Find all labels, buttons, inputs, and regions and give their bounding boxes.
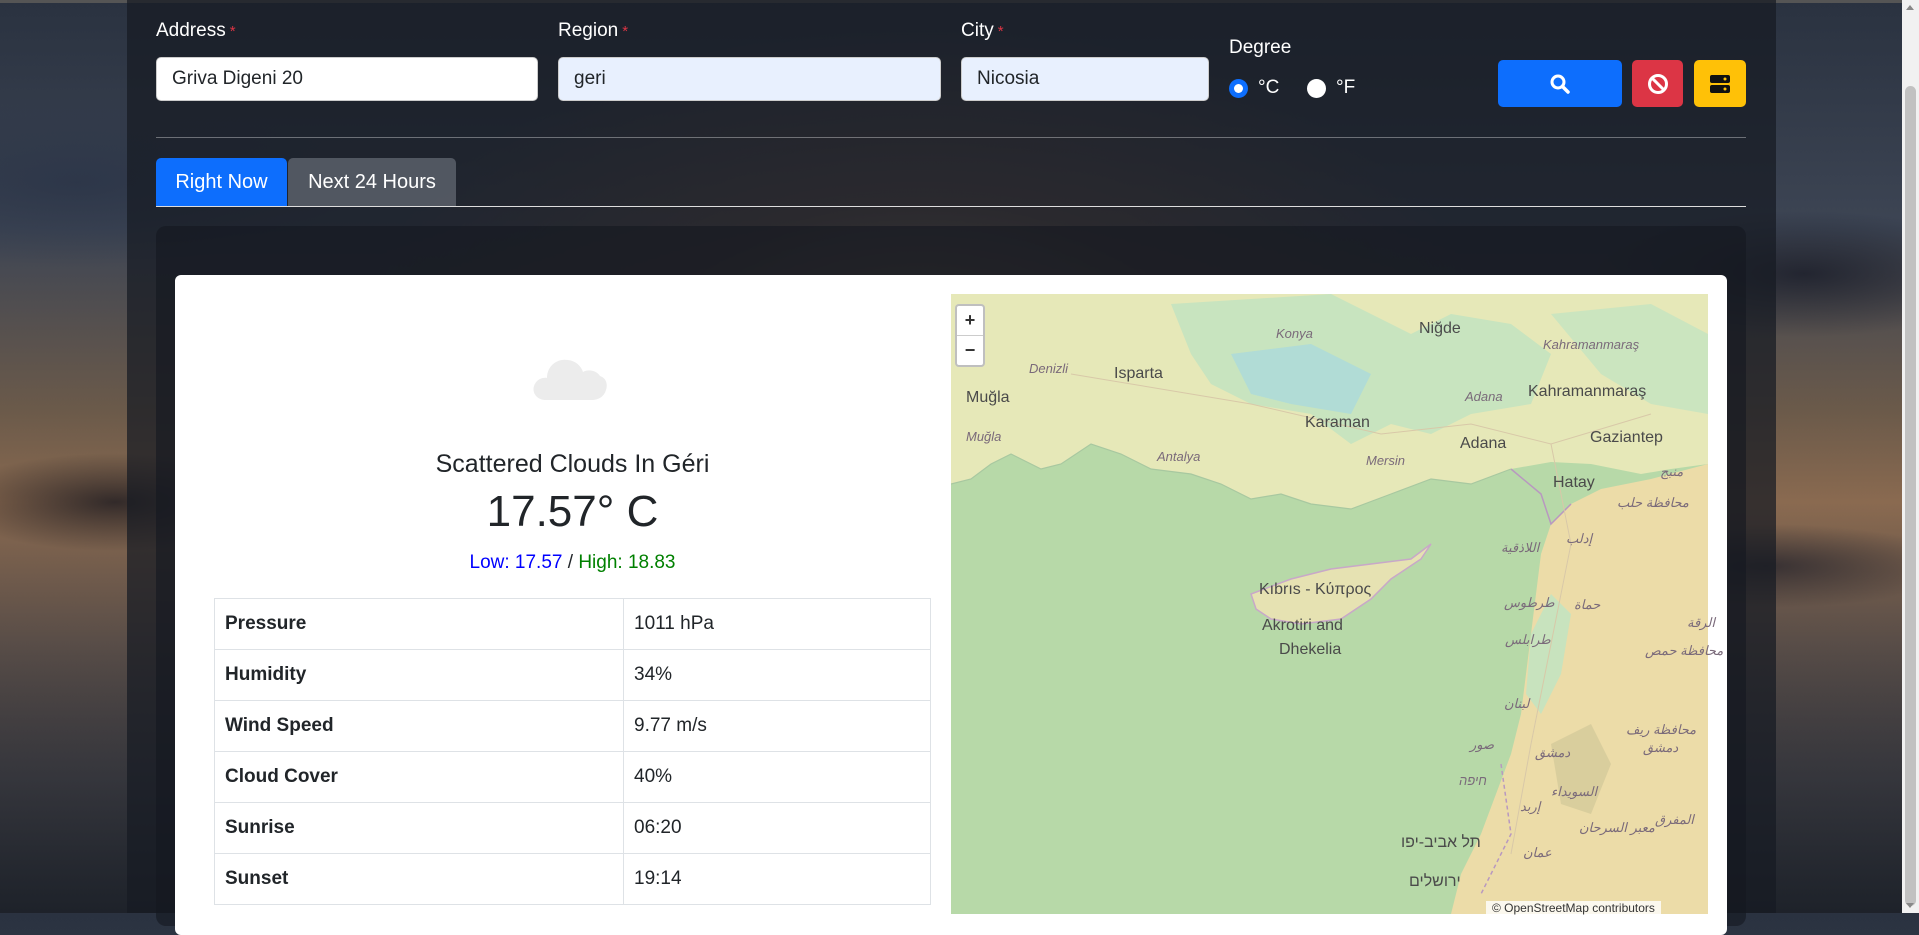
map-label: Hatay bbox=[1553, 474, 1595, 491]
zoom-out-button[interactable]: − bbox=[957, 335, 983, 365]
map-zoom-control: + − bbox=[955, 304, 985, 367]
map-label: Mersin bbox=[1366, 453, 1406, 468]
region-label: Region * bbox=[558, 20, 629, 41]
search-icon bbox=[1550, 74, 1570, 94]
map-label: Karaman bbox=[1305, 414, 1370, 431]
celsius-label: °C bbox=[1258, 77, 1280, 98]
fahrenheit-radio[interactable] bbox=[1307, 78, 1326, 98]
map-label: Konya bbox=[1276, 326, 1313, 341]
stat-value: 19:14 bbox=[623, 853, 931, 905]
stat-label: Sunrise bbox=[214, 802, 624, 854]
map-label: محافظة ريف bbox=[1626, 722, 1697, 737]
stat-value: 06:20 bbox=[623, 802, 931, 854]
map-label: Dhekelia bbox=[1279, 641, 1342, 658]
degree-fahrenheit-option[interactable]: °F bbox=[1307, 77, 1355, 99]
map-label: ירושלים bbox=[1409, 873, 1461, 890]
map-label: إربد bbox=[1520, 799, 1541, 814]
map-label: الرقة bbox=[1687, 615, 1715, 630]
map-label: Akrotiri and bbox=[1262, 617, 1343, 634]
map-label: Gaziantep bbox=[1590, 429, 1663, 446]
map-label: عمان bbox=[1523, 845, 1552, 860]
stat-label: Cloud Cover bbox=[214, 751, 624, 803]
map-label: תל אביב-יפו bbox=[1401, 834, 1481, 851]
clear-button[interactable] bbox=[1632, 60, 1683, 107]
stat-value: 1011 hPa bbox=[623, 598, 931, 650]
tab-underline bbox=[156, 206, 1746, 207]
stat-value: 9.77 m/s bbox=[623, 700, 931, 752]
tab-next-24-hours[interactable]: Next 24 Hours bbox=[288, 158, 456, 207]
map-label: طرابلس bbox=[1505, 632, 1551, 647]
map-label: محافظة حلب bbox=[1617, 495, 1689, 510]
stat-value: 40% bbox=[623, 751, 931, 803]
page-scrollbar[interactable] bbox=[1902, 0, 1919, 913]
map-label: Denizli bbox=[1029, 361, 1069, 376]
map-label: Isparta bbox=[1114, 365, 1163, 382]
server-icon bbox=[1710, 74, 1730, 93]
city-input[interactable] bbox=[961, 57, 1209, 101]
stat-label: Humidity bbox=[214, 649, 624, 701]
map-label: السويداء bbox=[1551, 784, 1598, 799]
celsius-radio[interactable] bbox=[1229, 78, 1248, 98]
degree-celsius-option[interactable]: °C bbox=[1229, 77, 1279, 99]
ban-icon bbox=[1647, 73, 1668, 94]
stat-label: Pressure bbox=[214, 598, 624, 650]
current-temperature: 17.57° C bbox=[486, 487, 659, 536]
map-label: Muğla bbox=[966, 429, 1002, 444]
stat-label: Sunset bbox=[214, 853, 624, 905]
low-high-temps: Low: 17.57 / High: 18.83 bbox=[215, 552, 930, 574]
map-label: اللاذقية bbox=[1501, 540, 1540, 555]
scroll-up-icon[interactable] bbox=[1906, 5, 1914, 10]
map-label: حماة bbox=[1574, 597, 1601, 612]
table-row: Sunrise 06:20 bbox=[214, 802, 931, 854]
map-label: Adana bbox=[1465, 389, 1503, 404]
region-input[interactable] bbox=[558, 57, 941, 101]
map-label: صور bbox=[1470, 737, 1495, 752]
table-row: Pressure 1011 hPa bbox=[214, 598, 931, 650]
map-label: Antalya bbox=[1157, 449, 1201, 464]
map-label: إدلب bbox=[1566, 531, 1593, 546]
form-divider bbox=[156, 137, 1746, 138]
map-label: Niğde bbox=[1419, 320, 1461, 337]
address-input[interactable] bbox=[156, 57, 538, 101]
weather-condition: Scattered Clouds In Géri bbox=[435, 450, 710, 478]
search-button[interactable] bbox=[1498, 60, 1622, 107]
map-label: منبج bbox=[1660, 464, 1684, 479]
map-label: Adana bbox=[1460, 435, 1507, 452]
save-button[interactable] bbox=[1694, 60, 1746, 107]
zoom-in-button[interactable]: + bbox=[957, 306, 983, 335]
table-row: Wind Speed 9.77 m/s bbox=[214, 700, 931, 752]
map-label: لبنان bbox=[1504, 696, 1530, 711]
high-temp: High: 18.83 bbox=[578, 552, 676, 573]
address-label: Address * bbox=[156, 20, 236, 41]
city-label: City * bbox=[961, 20, 1004, 41]
scrollbar-thumb[interactable] bbox=[1905, 86, 1916, 906]
tab-right-now[interactable]: Right Now bbox=[156, 158, 287, 207]
table-row: Sunset 19:14 bbox=[214, 853, 931, 905]
cloud-icon bbox=[533, 359, 607, 400]
map-label: Kahramanmaraş bbox=[1543, 337, 1640, 352]
fahrenheit-label: °F bbox=[1336, 77, 1356, 98]
scroll-down-icon[interactable] bbox=[1906, 903, 1914, 908]
low-temp: Low: 17.57 bbox=[469, 552, 563, 573]
map-label: طرطوس bbox=[1504, 595, 1555, 610]
table-row: Cloud Cover 40% bbox=[214, 751, 931, 803]
map-label: Kahramanmaraş bbox=[1528, 383, 1647, 400]
map-label: Muğla bbox=[966, 389, 1010, 406]
weather-stats-table: Pressure 1011 hPa Humidity 34% Wind Speed 9… bbox=[214, 598, 931, 905]
stat-value: 34% bbox=[623, 649, 931, 701]
map-label: دمشق bbox=[1643, 740, 1679, 755]
stat-label: Wind Speed bbox=[214, 700, 624, 752]
degree-label: Degree bbox=[1229, 37, 1292, 58]
temp-separator: / bbox=[567, 552, 574, 573]
map-label: محافظة حمص bbox=[1645, 643, 1724, 658]
map-label: دمشق bbox=[1535, 745, 1571, 760]
map-label: المفرق bbox=[1655, 812, 1694, 827]
map-label: معبر السرحان bbox=[1579, 820, 1655, 835]
map-label: Kıbrıs - Κύπρος bbox=[1259, 581, 1372, 598]
map-label: חיפה bbox=[1459, 773, 1487, 788]
table-row: Humidity 34% bbox=[214, 649, 931, 701]
